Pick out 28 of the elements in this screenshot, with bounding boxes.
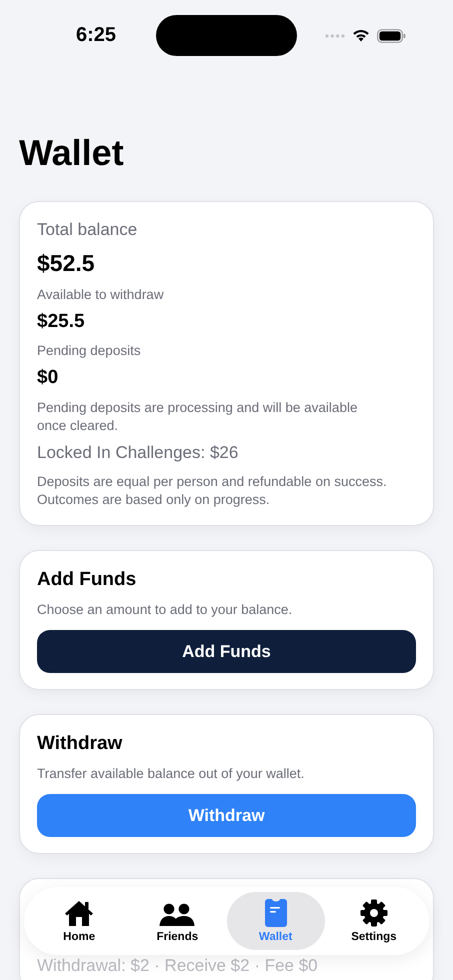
activity-text: Withdrawal: $2 · Receive $2 · Fee $0 [37, 956, 319, 976]
status-time: 6:25 [74, 24, 118, 47]
tab-item[interactable]: Friends [128, 892, 226, 950]
wallet-icon [264, 899, 287, 927]
home-icon [64, 900, 94, 927]
balance-label: Total balance [37, 220, 138, 240]
settings-icon [360, 899, 388, 927]
signal-icon [325, 34, 345, 38]
card-title: Add Funds [37, 569, 138, 591]
people-icon [159, 903, 196, 927]
locked-amount: Locked In Challenges: $26 [37, 443, 240, 463]
info-text: Pending deposits are processing and will be available once cleared. [37, 399, 358, 435]
balance-amount: $25.5 [37, 311, 86, 333]
balance-amount: $0 [37, 367, 60, 389]
wifi-icon [352, 29, 370, 42]
add-funds-button[interactable]: Add Funds [37, 630, 416, 673]
withdraw-button[interactable]: Withdraw [37, 794, 416, 837]
balance-amount: $52.5 [37, 250, 96, 277]
info-text: Deposits are equal per person and refundable on success. Outcomes are based only on progress. [37, 473, 388, 509]
card-description: Choose an amount to add to your balance. [37, 602, 294, 617]
tab-item[interactable]: Settings [324, 892, 423, 950]
tab-item[interactable]: Home [30, 892, 128, 950]
card-title: Withdraw [37, 733, 124, 755]
page-title: Wallet [19, 131, 125, 175]
balance-label: Available to withdraw [37, 287, 165, 302]
battery-icon [377, 28, 406, 42]
balance-label: Pending deposits [37, 343, 142, 358]
card-description: Transfer available balance out of your wallet. [37, 766, 306, 781]
